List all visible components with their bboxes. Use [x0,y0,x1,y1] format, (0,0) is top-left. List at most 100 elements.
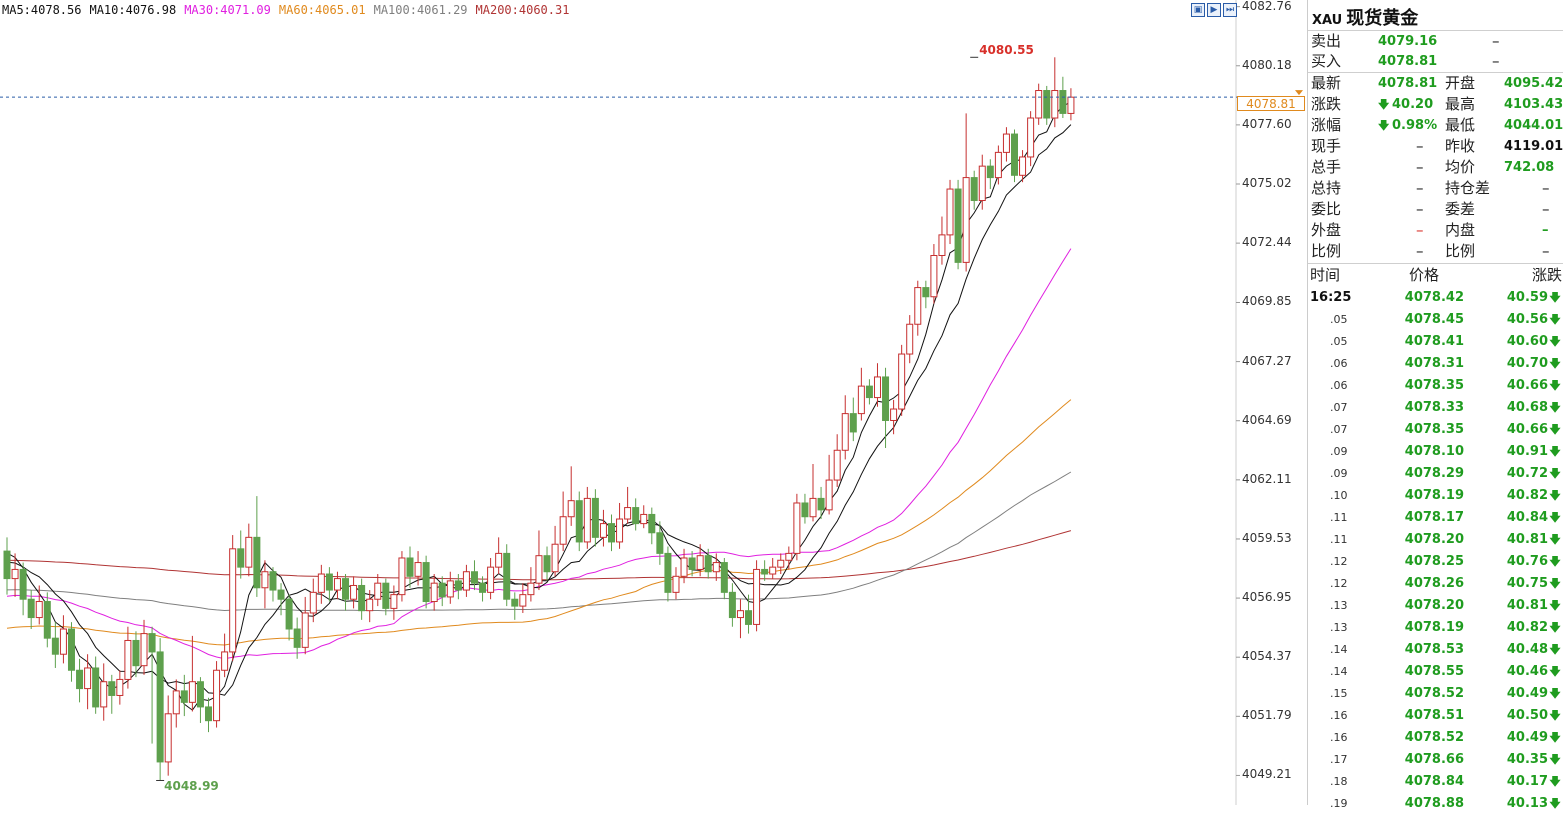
arrow-down-icon: 🡇 [1378,119,1390,132]
tick-row[interactable]: .09 4078.29 40.72 🡇 [1308,463,1563,485]
candle-body [648,513,656,534]
quote-row: 总持 – 持仓差 – [1308,178,1563,199]
quote-value: – [1416,221,1424,239]
tick-change: 40.17 [1506,774,1548,789]
low-price-label: 4048.99 [164,779,219,794]
candle-body [1011,133,1018,176]
candle-body [922,287,930,298]
candle-body [398,557,406,596]
tick-change: 40.35 [1506,752,1548,767]
tick-time: .09 [1330,445,1348,458]
tick-row[interactable]: .05 4078.45 40.56 🡇 [1308,309,1563,331]
tick-row[interactable]: .16 4078.52 40.49 🡇 [1308,727,1563,749]
tick-time: .12 [1330,577,1348,590]
instrument-symbol: XAU [1312,13,1343,28]
current-price-marker-icon [1295,90,1303,96]
candle-body [285,598,293,630]
kline-chart[interactable] [0,0,1306,805]
candle-body [325,573,333,591]
tick-row[interactable]: .06 4078.31 40.70 🡇 [1308,353,1563,375]
bid-ask-row: 卖出 4079.16 – [1308,31,1563,52]
quote-value: – [1416,179,1424,197]
tick-row[interactable]: .17 4078.66 40.35 🡇 [1308,749,1563,771]
chart-next-icon[interactable]: ⏭ [1223,3,1237,17]
y-tick-label: 4075.02 [1242,176,1292,190]
candle-body [519,594,527,607]
ticks-header-price: 价格 [1408,266,1439,284]
arrow-down-icon: 🡇 [1549,467,1561,480]
candle-body [680,557,688,577]
tick-row[interactable]: .14 4078.55 40.46 🡇 [1308,661,1563,683]
candle-body [487,566,495,593]
tick-row[interactable]: .06 4078.35 40.66 🡇 [1308,375,1563,397]
candle-body [35,601,43,619]
y-tick-label: 4062.11 [1242,471,1292,486]
kline-chart-area[interactable]: MA5:4078.56 MA10:4076.98 MA30:4071.09 MA60:… [0,0,1306,805]
tick-row[interactable]: .12 4078.25 40.76 🡇 [1308,551,1563,573]
candle-body [688,557,696,570]
tick-row[interactable]: .09 4078.10 40.91 🡇 [1308,441,1563,463]
candle-body [92,667,100,708]
quote-row: 涨跌 🡇 40.20 最高 4103.43 [1308,94,1563,115]
candle-body [511,598,519,607]
tick-price: 4078.35 [1404,378,1464,393]
candle-body [277,589,285,600]
arrow-down-icon: 🡇 [1549,291,1561,304]
candle-body [124,639,132,680]
candle-body [745,610,753,625]
arrow-down-icon: 🡇 [1549,665,1561,678]
tick-row[interactable]: .10 4078.19 40.82 🡇 [1308,485,1563,507]
tick-row[interactable]: .11 4078.17 40.84 🡇 [1308,507,1563,529]
tick-time: .19 [1330,797,1348,810]
candle-body [1019,156,1027,176]
quote-label: 总持 [1311,179,1342,197]
candle-body [591,497,599,538]
candle-body [849,413,857,433]
bid-ask-volume: – [1492,32,1500,50]
candle-body [358,584,366,612]
quote-label: 最低 [1445,116,1476,134]
tick-row[interactable]: .14 4078.53 40.48 🡇 [1308,639,1563,661]
quote-value: 40.20 [1392,97,1434,112]
candle-body [873,376,881,399]
tick-row[interactable]: .07 4078.35 40.66 🡇 [1308,419,1563,441]
tick-row[interactable]: .13 4078.20 40.81 🡇 [1308,595,1563,617]
tick-row[interactable]: 16:25 4078.42 40.59 🡇 [1308,287,1563,309]
candle-body [624,507,632,520]
candle-body [164,713,172,763]
tick-row[interactable]: .11 4078.20 40.81 🡇 [1308,529,1563,551]
quote-label: 最新 [1311,74,1342,92]
candle-body [19,568,27,600]
tick-time: .14 [1330,643,1348,656]
tick-row[interactable]: .18 4078.84 40.17 🡇 [1308,771,1563,793]
tick-time: .15 [1330,687,1348,700]
candle-body [454,580,462,591]
tick-row[interactable]: .16 4078.51 40.50 🡇 [1308,705,1563,727]
arrow-down-icon: 🡇 [1549,687,1561,700]
tick-row[interactable]: .19 4078.88 40.13 🡇 [1308,793,1563,815]
chart-zoom-icon[interactable]: ▣ [1191,3,1205,17]
candle-body [245,536,253,568]
quote-label: 总手 [1311,158,1342,176]
candle-body [777,559,785,568]
candle-body [366,598,374,612]
candle-body [882,376,890,421]
candle-body [930,255,938,298]
bid-ask-label: 卖出 [1311,32,1342,50]
tick-time: .09 [1330,467,1348,480]
tick-row[interactable]: .07 4078.33 40.68 🡇 [1308,397,1563,419]
candle-body [954,188,962,263]
tick-row[interactable]: .05 4078.41 40.60 🡇 [1308,331,1563,353]
candle-body [736,610,744,619]
tick-row[interactable]: .13 4078.19 40.82 🡇 [1308,617,1563,639]
y-tick-label: 4080.18 [1242,57,1292,72]
quote-label: 开盘 [1445,74,1476,92]
quote-label: 委比 [1311,200,1342,218]
ticks-header-change: 涨跌 [1531,266,1562,284]
tick-row[interactable]: .12 4078.26 40.75 🡇 [1308,573,1563,595]
quote-row: 外盘 – 内盘 – [1308,220,1563,241]
chart-play-icon[interactable]: ▶ [1207,3,1221,17]
candle-body [1027,117,1035,158]
candle-body [809,497,817,518]
tick-row[interactable]: .15 4078.52 40.49 🡇 [1308,683,1563,705]
